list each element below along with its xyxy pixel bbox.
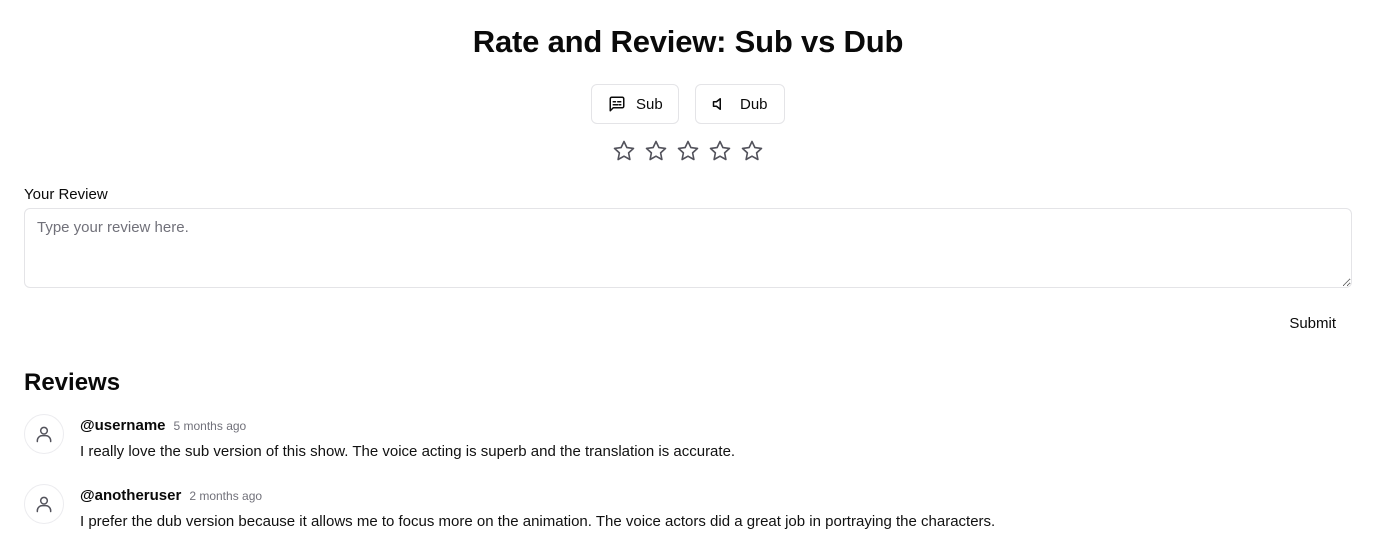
sub-button-label: Sub — [636, 95, 663, 113]
user-icon — [34, 424, 54, 444]
review-meta: @username 5 months ago — [80, 417, 735, 434]
star-rating — [0, 139, 1376, 163]
review-username: @anotheruser — [80, 487, 182, 504]
reviews-heading: Reviews — [24, 369, 121, 396]
review-body: @anotheruser 2 months ago I prefer the dub… — [80, 484, 995, 530]
review-username: @username — [80, 417, 166, 434]
review-meta: @anotheruser 2 months ago — [80, 487, 995, 504]
sub-dub-toggle-group: Sub Dub — [0, 84, 1376, 124]
star-icon[interactable] — [644, 139, 668, 163]
star-icon[interactable] — [708, 139, 732, 163]
speaker-icon — [712, 95, 730, 113]
review-timestamp: 5 months ago — [173, 419, 247, 433]
star-icon[interactable] — [612, 139, 636, 163]
dub-button[interactable]: Dub — [695, 84, 785, 124]
user-icon — [34, 494, 54, 514]
review-text: I prefer the dub version because it allo… — [80, 513, 996, 530]
review-timestamp: 2 months ago — [189, 489, 263, 503]
review-textarea[interactable] — [24, 208, 1352, 288]
subtitles-icon — [608, 95, 626, 113]
review-item: @username 5 months ago I really love the s… — [24, 414, 1352, 484]
star-icon[interactable] — [740, 139, 764, 163]
page: Rate and Review: Sub vs Dub Sub Dub Your… — [0, 0, 1376, 556]
star-icon[interactable] — [676, 139, 700, 163]
sub-button[interactable]: Sub — [591, 84, 679, 124]
avatar — [24, 484, 64, 524]
review-label: Your Review — [24, 186, 108, 203]
page-title: Rate and Review: Sub vs Dub — [472, 24, 904, 59]
dub-button-label: Dub — [740, 95, 768, 113]
submit-button[interactable]: Submit — [1273, 305, 1352, 341]
review-item: @anotheruser 2 months ago I prefer the dub… — [24, 484, 1352, 554]
review-body: @username 5 months ago I really love the s… — [80, 414, 735, 460]
avatar — [24, 414, 64, 454]
review-list: @username 5 months ago I really love the s… — [24, 414, 1352, 554]
review-text: I really love the sub version of this sh… — [80, 443, 736, 460]
